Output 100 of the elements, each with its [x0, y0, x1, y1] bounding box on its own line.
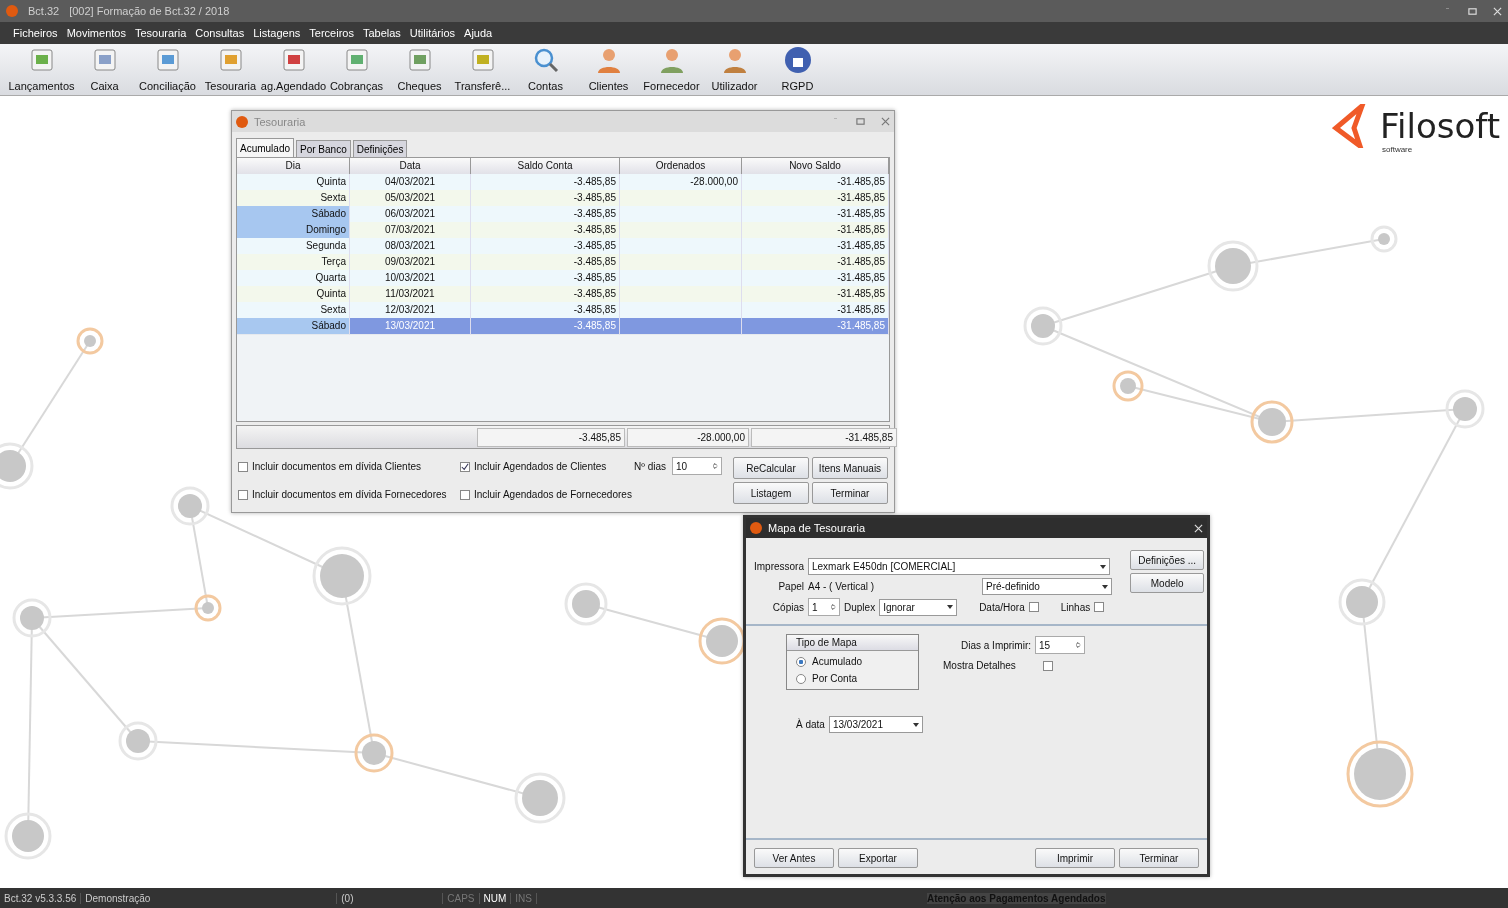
printer-dropdown[interactable]: Lexmark E450dn [COMERCIAL] [808, 558, 1110, 575]
spinner-icon[interactable] [712, 461, 718, 471]
group-title: Tipo de Mapa [787, 635, 918, 651]
total-field: -31.485,85 [751, 428, 897, 447]
toolbar-button[interactable]: Lançamentos [10, 44, 73, 92]
menu-item[interactable]: Ficheiros [13, 27, 58, 39]
menu-item[interactable]: Terceiros [309, 27, 354, 39]
window-title: Mapa de Tesouraria [768, 522, 866, 534]
dialog-button[interactable]: Modelo [1130, 573, 1205, 593]
radio-label: Acumulado [812, 656, 863, 667]
toolbar-button[interactable]: Caixa [73, 44, 136, 92]
checkbox-label: Incluir documentos em dívida Fornecedores [252, 489, 447, 500]
app-logo-icon [750, 522, 762, 534]
date-dropdown[interactable]: 13/03/2021 [828, 716, 923, 733]
dialog-button[interactable]: Terminar [1119, 848, 1199, 868]
caret-icon [1102, 584, 1108, 589]
checkbox[interactable] [1094, 602, 1105, 612]
toolbar-button[interactable]: RGPD [766, 44, 829, 92]
dialog-button[interactable]: Itens Manuais [812, 457, 888, 479]
menu-item[interactable]: Movimentos [66, 27, 126, 39]
checkbox-label: Linhas [1060, 601, 1091, 613]
caret-icon [1100, 564, 1106, 569]
toolbar-button[interactable]: Utilizador [703, 44, 766, 92]
dialog-button[interactable]: Terminar [812, 482, 888, 504]
app-logo-icon [6, 5, 18, 17]
total-field: -3.485,85 [477, 428, 625, 447]
table-cell: -3.485,85 [471, 318, 620, 335]
duplex-dropdown[interactable]: Ignorar [879, 598, 958, 616]
toolbar-button[interactable]: ag.Agendado [262, 44, 325, 92]
radio-label: Por Conta [812, 673, 858, 684]
dialog-button[interactable]: Imprimir [1035, 848, 1115, 868]
copies-field[interactable]: 1 [808, 598, 840, 616]
menu-item[interactable]: Tabelas [362, 27, 401, 39]
menu-item[interactable]: Ajuda [464, 27, 493, 39]
checkbox-label: Incluir Agendados de Clientes [474, 461, 607, 472]
radio-button[interactable] [796, 673, 806, 684]
dialog-button[interactable]: Ver Antes [754, 848, 834, 868]
field-label: Duplex [844, 601, 876, 613]
checkbox[interactable] [238, 489, 248, 500]
dialog-button[interactable]: Definições ... [1130, 550, 1205, 570]
mode-text: Demonstração [81, 892, 338, 904]
toolbar-button[interactable]: Clientes [577, 44, 640, 92]
menu-item[interactable]: Listagens [253, 27, 301, 39]
preset-dropdown[interactable]: Pré-definido [982, 578, 1112, 595]
field-label: Papel [777, 581, 804, 592]
total-field: -28.000,00 [627, 428, 749, 447]
key-indicator: NUM [479, 892, 512, 904]
table-cell: -31.485,85 [742, 318, 889, 335]
toolbar-button[interactable]: Cheques [388, 44, 451, 92]
menu-item[interactable]: Tesouraria [134, 27, 187, 39]
checkbox-label: Data/Hora [979, 601, 1025, 613]
window-title: [002] Formação de Bct.32 / 2018 [69, 5, 230, 17]
menu-item[interactable]: Consultas [195, 27, 245, 39]
checkbox[interactable] [1028, 602, 1039, 612]
toolbar-button[interactable]: Transferê... [451, 44, 514, 92]
radio-button[interactable] [796, 656, 806, 667]
toolbar-button[interactable]: Cobranças [325, 44, 388, 92]
spinner-icon[interactable] [1075, 640, 1081, 650]
checkbox[interactable] [460, 489, 470, 500]
field-label: À data [796, 719, 825, 730]
key-indicator: INS [511, 892, 537, 904]
tab[interactable]: Definições [352, 140, 408, 157]
tab[interactable]: Acumulado [236, 138, 295, 157]
logo-name: Filosoft [1380, 106, 1500, 146]
checkbox-label: Incluir Agendados de Fornecedores [474, 489, 632, 500]
checkmark-icon [461, 462, 469, 471]
days-field[interactable]: 10 [672, 457, 722, 475]
dialog-button[interactable]: ReCalcular [733, 457, 809, 479]
table-cell: 13/03/2021 [350, 318, 471, 335]
app-logo-icon [236, 115, 248, 128]
field-label: Cópias [771, 601, 804, 613]
checkbox[interactable] [1043, 660, 1053, 671]
checkbox[interactable] [238, 461, 248, 472]
maximize-icon[interactable] [856, 117, 865, 126]
logo-tagline: software [1382, 145, 1413, 154]
checkbox-label: Incluir documentos em dívida Clientes [252, 461, 421, 472]
field-label: Dias a Imprimir: [960, 639, 1031, 651]
dialog-button[interactable]: Exportar [838, 848, 918, 868]
table-cell: Sábado [237, 318, 350, 335]
toolbar-button[interactable]: Contas [514, 44, 577, 92]
paper-value: A4 - ( Vertical ) [808, 581, 876, 592]
checkbox[interactable] [460, 461, 470, 472]
toolbar-button[interactable]: Conciliação [136, 44, 199, 92]
window-title: Tesouraria [254, 115, 306, 128]
toolbar-button[interactable]: Tesouraria [199, 44, 262, 92]
caret-icon [912, 722, 919, 727]
count-text: (0) [337, 892, 444, 904]
spinner-icon[interactable] [830, 602, 836, 612]
caret-icon [947, 605, 954, 609]
tab[interactable]: Por Banco [296, 140, 351, 157]
toolbar-button[interactable]: Fornecedor [640, 44, 703, 92]
menu-item[interactable]: Utilitários [409, 27, 456, 39]
app-name: Bct.32 [28, 5, 60, 17]
key-indicator: CAPS [443, 892, 480, 904]
field-label: Nº dias [634, 460, 666, 472]
dialog-button[interactable]: Listagem [733, 482, 809, 504]
version-text: Bct.32 v5.3.3.56 [0, 892, 82, 904]
checkbox-label: Mostra Detalhes [943, 660, 1017, 671]
days-field[interactable]: 15 [1035, 636, 1085, 654]
field-label: Impressora [753, 561, 804, 572]
